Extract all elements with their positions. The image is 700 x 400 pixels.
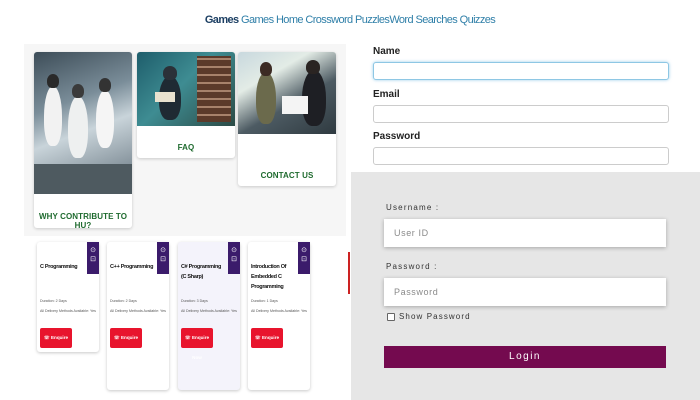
name-label: Name (373, 46, 401, 57)
enquire-label: Enquire Now (50, 335, 69, 360)
enquire-label: Enquire Now (191, 335, 210, 360)
lab-photo (34, 52, 132, 194)
top-nav: Games Games Home Crossword PuzzlesWord S… (0, 14, 700, 26)
nav-link-home[interactable]: Home (276, 14, 304, 26)
password-field[interactable] (373, 147, 669, 165)
tile-faq[interactable]: FAQ (137, 52, 235, 158)
course-title: C Programming (40, 264, 78, 270)
course-card[interactable]: ⊙ ⊡ C++ Programming Duration: 2 Days All … (107, 242, 169, 390)
username-input[interactable] (384, 219, 666, 247)
course-delivery: All Delivery Methods Available: Yes (251, 309, 307, 313)
course-delivery: All Delivery Methods Available: Yes (40, 309, 96, 313)
name-field[interactable] (373, 62, 669, 80)
enquire-label: Enquire Now (261, 335, 280, 360)
login-password-label: Password : (386, 262, 438, 271)
show-password-row[interactable]: Show Password (387, 312, 471, 321)
email-field[interactable] (373, 105, 669, 123)
show-password-checkbox[interactable] (387, 312, 395, 321)
login-button[interactable]: Login (384, 346, 666, 368)
enquire-label: Enquire Now (120, 335, 139, 360)
nav-brand[interactable]: Games (205, 14, 239, 26)
course-card[interactable]: ⊙ ⊡ Introduction Of Embedded C Programmin… (248, 242, 310, 390)
login-panel: Username : Password : Show Password Logi… (351, 172, 700, 400)
nav-link-crossword-puzzles[interactable]: Crossword Puzzles (305, 14, 390, 26)
course-title: Introduction Of Embedded C Programming (251, 264, 287, 290)
enquire-now-button[interactable]: ☏ Enquire Now (40, 328, 72, 360)
course-title: C++ Programming (110, 264, 154, 270)
password-label: Password (373, 131, 421, 142)
tile-label-contact-us: CONTACT US (260, 171, 314, 180)
course-card[interactable]: ⊙ ⊡ C# Programming (C Sharp) Duration: 3 … (178, 242, 240, 390)
enquire-now-button[interactable]: ☏ Enquire Now (110, 328, 142, 360)
course-delivery: All Delivery Methods Available: Yes (181, 309, 237, 313)
nav-link-games[interactable]: Games (241, 14, 274, 26)
username-label: Username : (386, 203, 440, 212)
office-photo (238, 52, 336, 134)
cart-icon[interactable]: ⊙ ⊡ (228, 242, 240, 274)
cart-icon[interactable]: ⊙ ⊡ (298, 242, 310, 274)
phone-icon: ☏ (43, 335, 51, 340)
library-photo (137, 52, 235, 126)
course-card[interactable]: ⊙ ⊡ C Programming Duration: 2 Days All De… (37, 242, 99, 360)
cart-icon[interactable]: ⊙ ⊡ (87, 242, 99, 274)
cart-icon[interactable]: ⊙ ⊡ (157, 242, 169, 274)
registration-form: Name Email Password (351, 42, 700, 172)
course-delivery: All Delivery Methods Available: Yes (110, 309, 166, 313)
info-tiles-panel: WHY CONTRIBUTE TO HU? FAQ CONTACT US (24, 44, 346, 236)
login-password-input[interactable] (384, 278, 666, 306)
email-label: Email (373, 89, 400, 100)
enquire-now-button[interactable]: ☏ Enquire Now (181, 328, 213, 360)
nav-link-word-searches[interactable]: Word Searches (389, 14, 457, 26)
tile-contact-us[interactable]: CONTACT US (238, 52, 336, 186)
nav-link-quizzes[interactable]: Quizzes (460, 14, 496, 26)
tile-label-why-contribute: WHY CONTRIBUTE TO HU? (38, 212, 128, 228)
tile-why-contribute[interactable]: WHY CONTRIBUTE TO HU? (34, 52, 132, 228)
phone-icon: ☏ (254, 335, 262, 340)
divider (348, 252, 350, 294)
phone-icon: ☏ (113, 335, 121, 340)
course-title: C# Programming (C Sharp) (181, 264, 222, 280)
tile-label-faq: FAQ (177, 143, 195, 152)
show-password-label: Show Password (399, 312, 471, 321)
enquire-now-button[interactable]: ☏ Enquire Now (251, 328, 283, 360)
phone-icon: ☏ (184, 335, 192, 340)
